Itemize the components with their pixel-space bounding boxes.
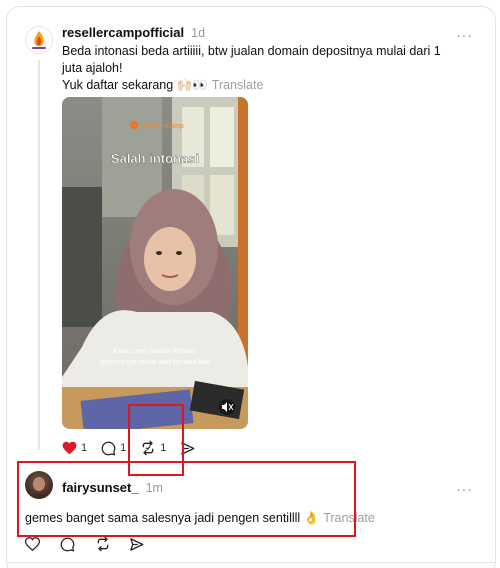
reply-repost-button[interactable] xyxy=(95,536,111,552)
video-overlay-title: Salah intonasi xyxy=(111,151,199,166)
speaker-muted-icon[interactable] xyxy=(219,399,235,415)
resellercamp-avatar[interactable] xyxy=(25,26,53,54)
resellercamp-logo-icon xyxy=(32,31,46,49)
post-time: 1d xyxy=(191,26,206,40)
reply-username[interactable]: fairysunset_ xyxy=(62,480,139,495)
share-button[interactable] xyxy=(180,441,195,456)
comment-icon xyxy=(101,441,116,455)
like-button[interactable]: 1 xyxy=(62,441,87,455)
reply-more-button[interactable]: ··· xyxy=(456,482,473,496)
heart-filled-icon xyxy=(62,441,77,455)
reply-time: 1m xyxy=(145,481,163,495)
post-text-line-1: Beda intonasi beda artiiiii, btw jualan … xyxy=(62,44,441,58)
heart-icon xyxy=(25,537,40,551)
reply-header: fairysunset_ 1m xyxy=(62,480,163,495)
repost-count: 1 xyxy=(160,442,167,454)
reply-actions-bar xyxy=(25,536,158,552)
video-subtitle-line-2: depositnya mulai dari berapa kak xyxy=(100,357,211,366)
post-header: resellercampofficial 1d xyxy=(62,25,205,40)
post-username[interactable]: resellercampofficial xyxy=(62,25,184,40)
user-photo xyxy=(29,477,49,499)
like-count: 1 xyxy=(81,442,88,454)
repost-icon xyxy=(142,440,154,456)
comment-icon xyxy=(60,537,75,551)
post-translate-link[interactable]: Translate xyxy=(212,78,264,92)
post-more-button[interactable]: ··· xyxy=(456,28,473,42)
post-text: Beda intonasi beda artiiiii, btw jualan … xyxy=(62,43,442,94)
reply-count: 1 xyxy=(120,442,127,454)
reply-body: gemes banget sama salesnya jadi pengen s… xyxy=(25,511,320,525)
video-subtitle-line-1: kalau mau jualan domain xyxy=(113,346,196,355)
post-text-line-2: juta ajaloh! xyxy=(62,61,123,75)
post-video[interactable]: Resellercamp Salah intonasi kalau mau ju… xyxy=(62,97,248,429)
reply-button[interactable]: 1 xyxy=(101,441,126,456)
reply-like-button[interactable] xyxy=(25,537,40,551)
video-frame: Resellercamp Salah intonasi kalau mau ju… xyxy=(62,97,248,429)
reply-share-button[interactable] xyxy=(129,537,144,552)
send-icon xyxy=(130,537,144,551)
post-actions-bar: 1 1 1 xyxy=(62,440,209,456)
card-divider xyxy=(6,562,496,563)
fairysunset-avatar[interactable] xyxy=(25,471,53,499)
repost-icon xyxy=(97,536,109,552)
send-icon xyxy=(181,441,195,455)
reply-translate-link[interactable]: Translate xyxy=(323,511,375,525)
post-text-line-3: Yuk daftar sekarang 🙌🏻👀 xyxy=(62,78,208,92)
reply-comment-button[interactable] xyxy=(60,537,75,552)
repost-button[interactable]: 1 xyxy=(140,440,166,456)
thread-connector-line xyxy=(38,60,40,450)
video-brand-caption: Resellercamp xyxy=(141,123,184,130)
reply-text: gemes banget sama salesnya jadi pengen s… xyxy=(25,511,375,526)
